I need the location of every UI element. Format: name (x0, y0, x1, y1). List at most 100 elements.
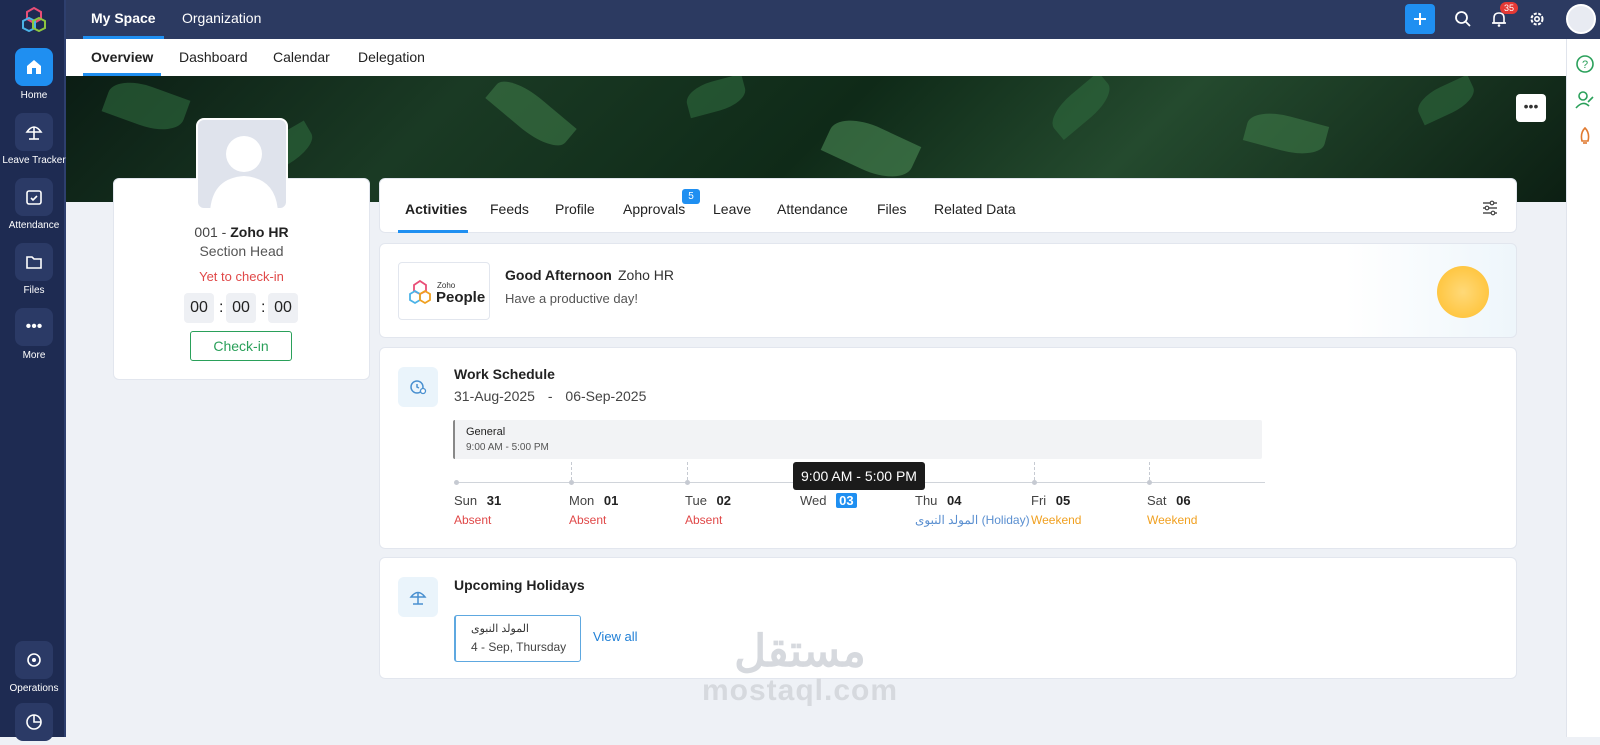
operations-icon (15, 641, 53, 679)
tab-leave[interactable]: Leave (713, 201, 751, 217)
employee-name: Zoho HR (230, 224, 289, 240)
holiday-date: 4 - Sep, Thursday (471, 640, 567, 654)
active-tab-indicator (398, 230, 468, 233)
day-thu[interactable]: Thu 04 (915, 493, 962, 508)
settings-button[interactable] (1524, 6, 1550, 32)
tab-profile[interactable]: Profile (555, 201, 595, 217)
day-status: Absent (685, 513, 723, 527)
notification-count-badge: 35 (1500, 2, 1519, 14)
shift-tooltip: 9:00 AM - 5:00 PM (793, 462, 925, 490)
gear-icon (1530, 12, 1544, 26)
day-name: Tue (685, 493, 707, 508)
check-in-button[interactable]: Check-in (190, 331, 292, 361)
tab-overview[interactable]: Overview (83, 39, 162, 76)
day-date: 02 (716, 493, 732, 508)
sidebar-item-leave-tracker[interactable]: Leave Tracker (0, 113, 68, 166)
timer-separator: : (261, 299, 266, 316)
view-all-link[interactable]: View all (593, 629, 638, 644)
timeline-tick (571, 462, 572, 480)
right-rail: ? (1566, 39, 1600, 737)
sidebar-item-reports[interactable] (0, 703, 68, 745)
greeting-name: Zoho HR (618, 267, 675, 283)
day-name: Thu (915, 493, 938, 508)
timer-separator: : (219, 299, 224, 316)
day-date: 04 (947, 493, 962, 508)
zoho-people-logo-icon (409, 279, 431, 305)
tab-feeds[interactable]: Feeds (490, 201, 529, 217)
help-icon[interactable]: ? (1574, 53, 1596, 75)
sidebar-item-label: Files (23, 285, 45, 296)
tab-dashboard[interactable]: Dashboard (179, 39, 248, 76)
profile-photo[interactable] (196, 118, 288, 210)
day-fri[interactable]: Fri 05 (1031, 493, 1070, 508)
tab-delegation[interactable]: Delegation (358, 39, 425, 76)
top-bar: My Space Organization (66, 0, 1600, 39)
employee-id: 001 - (194, 224, 231, 240)
more-dots-icon: ••• (15, 308, 53, 346)
tab-attendance[interactable]: Attendance (777, 201, 848, 217)
tab-files[interactable]: Files (877, 201, 907, 217)
day-sun[interactable]: Sun 31 (454, 493, 501, 508)
home-icon (15, 48, 53, 86)
sidebar-item-label: Home (20, 90, 48, 101)
sidebar-item-attendance[interactable]: Attendance (0, 178, 68, 231)
tab-calendar[interactable]: Calendar (273, 39, 330, 76)
day-wed[interactable]: Wed 03 (800, 493, 857, 508)
sidebar-item-operations[interactable]: Operations (0, 641, 68, 694)
day-date: 01 (603, 493, 619, 508)
sidebar-item-label: Leave Tracker (2, 155, 66, 166)
day-name: Mon (569, 493, 595, 508)
watermark: مستقل mostaql.com (700, 630, 900, 708)
add-button[interactable] (1405, 4, 1435, 34)
employee-role: Section Head (199, 243, 284, 259)
banner-more-button[interactable]: ••• (1516, 94, 1546, 122)
shift-time: 9:00 AM - 5:00 PM (466, 442, 549, 453)
schedule-range-start: 31-Aug-2025 (454, 388, 535, 404)
sidebar-item-more[interactable]: ••• More (0, 308, 68, 361)
sidebar-item-label: Attendance (8, 220, 60, 231)
day-status: Weekend (1147, 513, 1198, 527)
app-logo-icon[interactable] (21, 6, 47, 32)
day-status: Weekend (1031, 513, 1082, 527)
holiday-item[interactable]: المولد النبوى 4 - Sep, Thursday (454, 615, 581, 662)
calendar-check-icon (15, 178, 53, 216)
day-tue[interactable]: Tue 02 (685, 493, 731, 508)
schedule-range-end: 06-Sep-2025 (565, 388, 647, 404)
sidebar-item-label: Operations (9, 683, 59, 694)
tab-approvals[interactable]: Approvals (623, 201, 685, 217)
day-date: 31 (486, 493, 502, 508)
timer-seconds: 00 (268, 293, 298, 323)
timer-minutes: 00 (226, 293, 256, 323)
shift-name: General (466, 426, 506, 438)
sidebar-item-files[interactable]: Files (0, 243, 68, 296)
shift-bar[interactable]: General 9:00 AM - 5:00 PM (453, 420, 1262, 459)
user-avatar[interactable] (1566, 4, 1596, 34)
search-button[interactable] (1450, 6, 1476, 32)
timeline-tick (687, 462, 688, 480)
beach-umbrella-icon (398, 577, 438, 617)
top-tab-organization[interactable]: Organization (180, 0, 263, 39)
left-sidebar: Home Leave Tracker Attendance Files ••• … (0, 0, 68, 741)
sidebar-item-home[interactable]: Home (0, 48, 68, 101)
checkin-status: Yet to check-in (199, 269, 284, 284)
pie-chart-icon (15, 703, 53, 741)
filter-sliders-icon[interactable] (1481, 199, 1499, 217)
tab-related-data[interactable]: Related Data (934, 201, 1016, 217)
tab-activities[interactable]: Activities (405, 201, 467, 217)
watermark-arabic: مستقل (734, 627, 866, 676)
day-sat[interactable]: Sat 06 (1147, 493, 1191, 508)
day-date: 05 (1055, 493, 1071, 508)
schedule-title: Work Schedule (454, 366, 555, 382)
user-silhouette-icon (210, 136, 278, 208)
top-tab-my-space[interactable]: My Space (83, 0, 164, 39)
today-date: 03 (836, 493, 857, 508)
timeline-dot (1032, 480, 1037, 485)
day-name: Wed (800, 493, 827, 508)
sun-weather-icon (1437, 266, 1489, 318)
timeline-dot (569, 480, 574, 485)
rocket-icon[interactable] (1574, 125, 1596, 147)
subnav-bar: Overview Dashboard Calendar Delegation (66, 39, 1566, 76)
user-check-icon[interactable] (1574, 89, 1596, 111)
holidays-title: Upcoming Holidays (454, 577, 585, 593)
day-mon[interactable]: Mon 01 (569, 493, 618, 508)
